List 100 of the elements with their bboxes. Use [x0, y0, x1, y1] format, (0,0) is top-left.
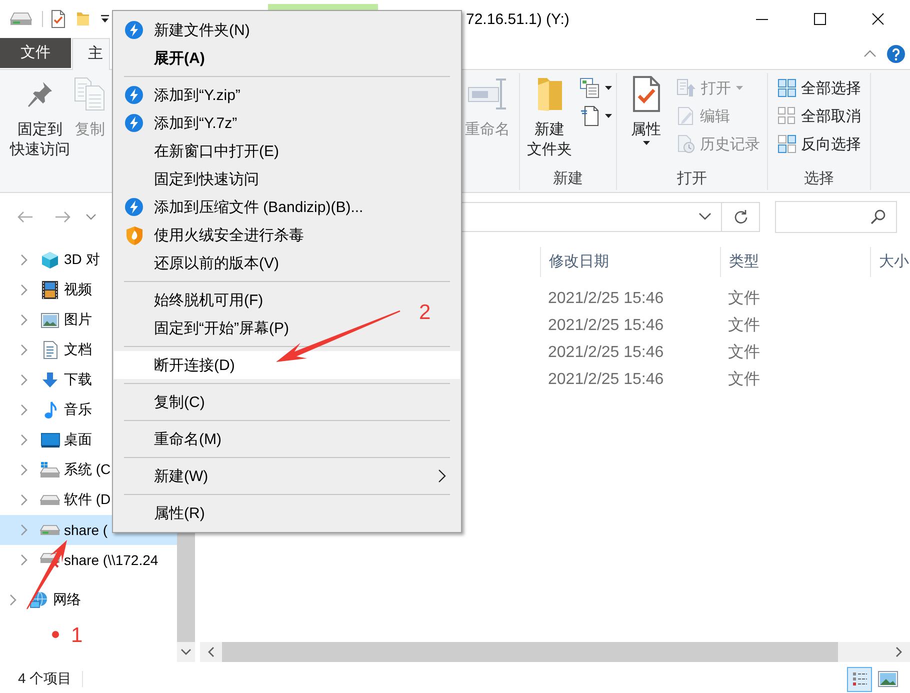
group-label: 打开 [676, 169, 708, 189]
chevron-right-icon[interactable] [20, 464, 28, 476]
menu-item[interactable]: 断开连接(D) [114, 351, 460, 379]
picture-icon [41, 312, 59, 328]
copy-documents-icon [74, 77, 106, 111]
nav-item[interactable]: 文档 [0, 335, 94, 365]
chevron-right-icon[interactable] [20, 374, 28, 386]
ribbon-button[interactable]: 全部选择 [776, 74, 863, 102]
lightning-icon [125, 21, 143, 39]
search-icon[interactable] [870, 208, 886, 224]
ribbon-tab[interactable]: 主 [72, 38, 110, 70]
large-icons-view-icon [878, 671, 898, 687]
menu-item[interactable]: 添加到“Y.7z” [114, 109, 242, 137]
scroll-down-button[interactable] [177, 642, 195, 662]
column-header[interactable]: 修改日期 [540, 247, 720, 277]
search-field[interactable] [775, 200, 897, 232]
folder-icon [536, 77, 562, 111]
caret-icon[interactable] [100, 15, 110, 23]
chevron-right-icon[interactable] [20, 494, 28, 506]
history-icon [677, 135, 695, 153]
nav-item[interactable]: 音乐 [0, 395, 94, 425]
chevron-right-icon[interactable] [9, 594, 17, 606]
chevron-right-icon[interactable] [896, 647, 902, 657]
menu-item[interactable]: 固定到快速访问 [114, 165, 263, 193]
help-icon[interactable] [887, 44, 905, 62]
drive-icon[interactable] [10, 12, 32, 26]
chevron-right-icon[interactable] [20, 434, 28, 446]
annotation-label: 2 [419, 301, 431, 325]
table-cell-text: 文件 [727, 370, 761, 390]
cube-icon [41, 251, 59, 269]
nav-item[interactable]: 视频 [0, 275, 94, 305]
item-count: 4 个项目 [18, 670, 72, 688]
menu-item[interactable]: 使用火绒安全进行杀毒 [114, 221, 308, 249]
file-menu-tab[interactable]: 文件 [0, 38, 71, 68]
menu-item[interactable]: 在新窗口中打开(E) [114, 137, 283, 165]
ribbon-button[interactable]: 固定到 快速访问 [8, 73, 72, 160]
caret-icon[interactable] [605, 114, 612, 118]
nav-item[interactable]: 系统 (C [0, 455, 113, 485]
pushpin-icon [26, 80, 54, 108]
nav-item[interactable]: 图片 [0, 305, 94, 335]
chevron-down-icon[interactable] [86, 214, 96, 220]
table-cell-text: 文件 [727, 316, 761, 336]
chevron-right-icon[interactable] [20, 344, 28, 356]
window-title: 72.16.51.1) (Y:) [466, 10, 570, 28]
details-view-icon [852, 671, 868, 687]
nav-item[interactable]: 下载 [0, 365, 94, 395]
network-drive-icon [40, 524, 60, 536]
shield-icon [126, 226, 142, 244]
ribbon-button[interactable]: 新建 文件夹 [525, 73, 574, 160]
caret-icon[interactable] [642, 141, 650, 145]
ribbon-button[interactable]: 全部取消 [776, 102, 863, 130]
menu-item[interactable]: 新建(W) [114, 462, 460, 490]
chevron-down-icon[interactable] [699, 213, 711, 220]
menu-item[interactable]: 还原以前的版本(V) [114, 249, 283, 277]
chevron-right-icon [438, 469, 446, 483]
chevron-up-icon[interactable] [864, 50, 876, 57]
column-header[interactable]: 类型 [720, 247, 870, 277]
nav-item[interactable]: 3D 对 [0, 245, 102, 275]
menu-item[interactable]: 新建文件夹(N) [114, 16, 254, 44]
document-icon [42, 341, 58, 359]
maximize-icon[interactable] [814, 13, 826, 25]
menu-item[interactable]: 展开(A) [114, 44, 209, 72]
nav-item[interactable]: 软件 (D [0, 485, 113, 515]
music-note-icon [44, 401, 56, 419]
close-icon[interactable] [872, 13, 884, 25]
drive-icon [40, 494, 60, 506]
properties-icon[interactable] [51, 10, 65, 28]
refresh-icon[interactable] [732, 208, 748, 224]
invert-selection-icon [778, 135, 796, 153]
marker-dot-icon [52, 630, 59, 638]
caret-icon[interactable] [605, 86, 612, 90]
table-cell-text: 文件 [727, 288, 761, 309]
menu-item[interactable]: 始终脱机可用(F) [114, 286, 268, 314]
chevron-down-icon[interactable] [181, 649, 191, 655]
menu-item[interactable]: 添加到“Y.zip” [114, 81, 244, 109]
new-item-icon [580, 78, 600, 98]
group-label: 选择 [803, 169, 835, 189]
lightning-icon [125, 198, 143, 216]
column-header[interactable]: 大小 [870, 247, 910, 277]
ribbon-button[interactable]: 属性 [629, 73, 663, 145]
menu-item[interactable]: 添加到压缩文件 (Bandizip)(B)... [114, 193, 368, 221]
table-cell-text: 2021/2/25 15:46 [547, 343, 665, 363]
forward-arrow-icon[interactable] [55, 210, 71, 222]
menu-item[interactable]: 固定到“开始”屏幕(P) [114, 314, 293, 342]
back-arrow-icon[interactable] [17, 210, 33, 222]
chevron-right-icon[interactable] [20, 254, 28, 266]
chevron-right-icon[interactable] [20, 554, 28, 566]
chevron-right-icon[interactable] [20, 284, 28, 296]
rename-icon [468, 78, 508, 110]
chevron-right-icon[interactable] [20, 314, 28, 326]
ribbon-button[interactable]: 反向选择 [776, 130, 863, 158]
group-label: 新建 [552, 169, 584, 189]
nav-item[interactable]: 桌面 [0, 425, 94, 455]
chevron-right-icon[interactable] [20, 404, 28, 416]
chevron-left-icon[interactable] [208, 647, 214, 657]
download-arrow-icon [42, 372, 58, 388]
details-view-button[interactable] [847, 666, 872, 692]
easy-access-icon [580, 105, 600, 127]
menu-item[interactable]: 重命名(M) [114, 425, 226, 453]
menu-item[interactable]: 复制(C) [114, 388, 209, 416]
